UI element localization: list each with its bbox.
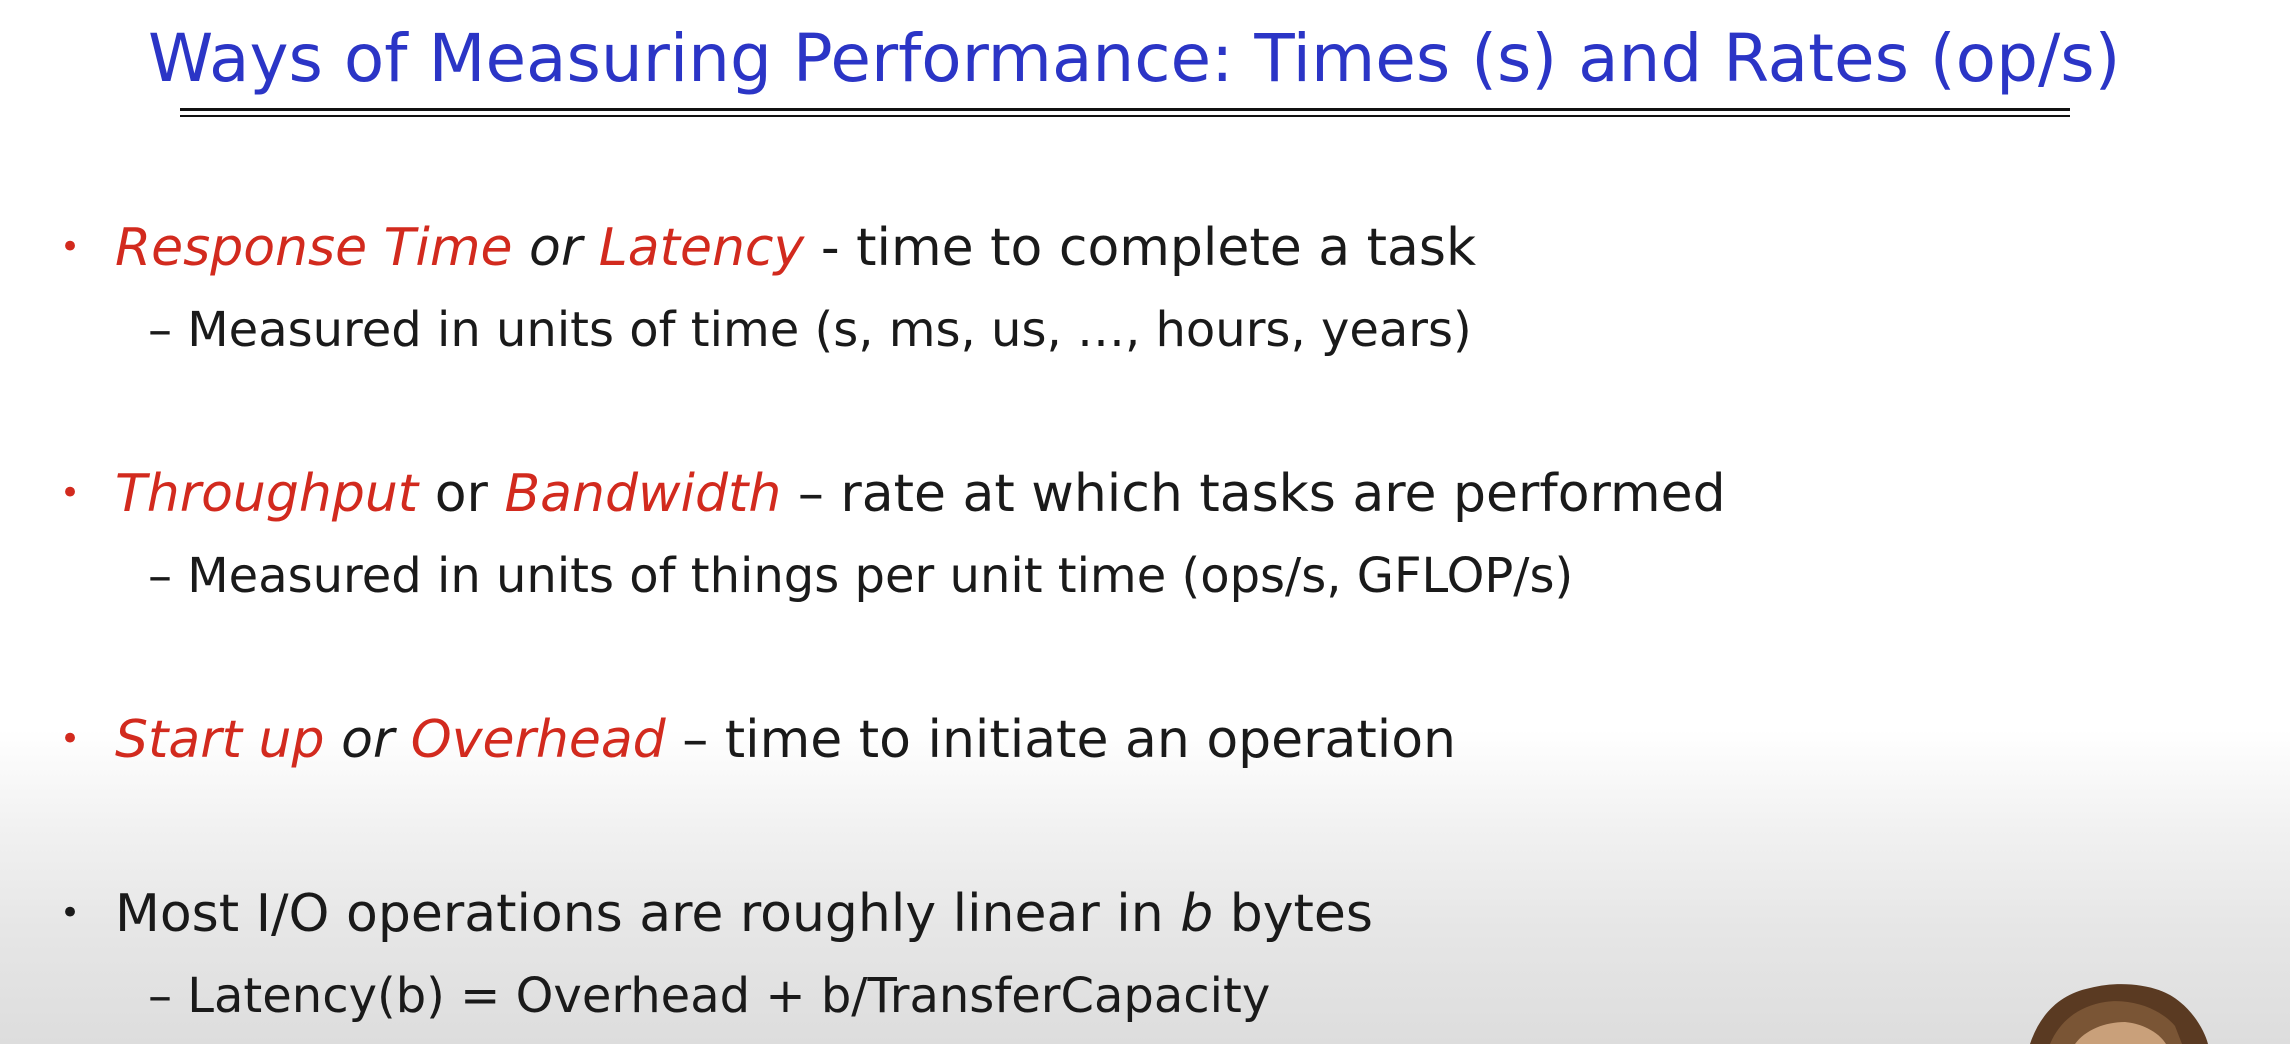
- bullet-description: – time to initiate an operation: [682, 710, 1456, 770]
- term-throughput: Throughput: [115, 464, 419, 524]
- presenter-video-thumbnail: [2030, 984, 2208, 1044]
- bullet-description: - time to complete a task: [820, 218, 1477, 278]
- bullet-text: Most I/O operations are roughly linear i…: [115, 884, 1164, 944]
- variable-b: b: [1180, 884, 1214, 944]
- bullet-startup: • Start up or Overhead – time to initiate…: [60, 708, 1456, 775]
- slide-title: Ways of Measuring Performance: Times (s)…: [148, 20, 2121, 97]
- bullet-response-time: • Response Time or Latency - time to comp…: [60, 216, 1476, 283]
- bullet-text-end: bytes: [1229, 884, 1374, 944]
- bullet-dot-icon: •: [60, 893, 81, 933]
- sub-bullet-latency-formula: – Latency(b) = Overhead + b/TransferCapa…: [148, 968, 1271, 1024]
- connector-or: or: [434, 464, 488, 524]
- bullet-description: – rate at which tasks are performed: [797, 464, 1726, 524]
- term-overhead: Overhead: [410, 710, 666, 770]
- title-underline: [180, 108, 2070, 117]
- term-response-time: Response Time: [115, 218, 513, 278]
- bullet-io-linear: • Most I/O operations are roughly linear …: [60, 882, 1373, 949]
- term-start-up: Start up: [115, 710, 325, 770]
- bullet-dot-icon: •: [60, 227, 81, 267]
- term-bandwidth: Bandwidth: [504, 464, 782, 524]
- connector-or: or: [341, 710, 395, 770]
- bullet-dot-icon: •: [60, 719, 81, 759]
- connector-or: or: [529, 218, 583, 278]
- term-latency: Latency: [598, 218, 805, 278]
- bullet-dot-icon: •: [60, 473, 81, 513]
- sub-bullet-rate-units: – Measured in units of things per unit t…: [148, 548, 1574, 604]
- bullet-throughput: • Throughput or Bandwidth – rate at which…: [60, 462, 1726, 529]
- sub-bullet-time-units: – Measured in units of time (s, ms, us, …: [148, 302, 1472, 358]
